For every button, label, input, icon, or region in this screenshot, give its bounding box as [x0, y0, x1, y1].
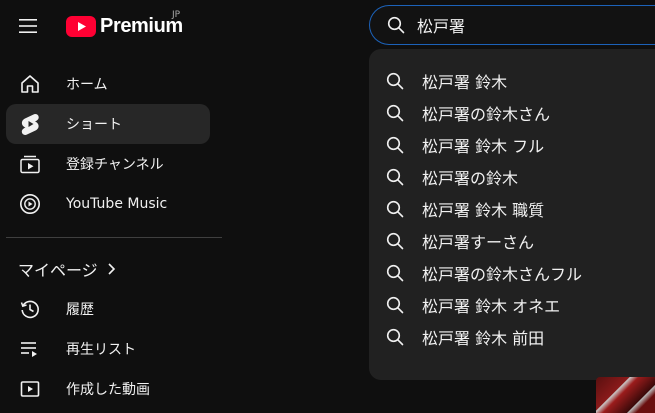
video-thumbnail[interactable]	[596, 377, 655, 413]
search-icon	[386, 264, 404, 282]
search-icon	[386, 200, 404, 218]
sidebar-item-label: 履歴	[66, 302, 94, 318]
search-icon	[386, 296, 404, 314]
sidebar-item-label: 再生リスト	[66, 342, 136, 358]
search-icon	[386, 232, 404, 250]
chevron-right-icon	[108, 263, 115, 275]
suggestion-text: 松戸署の鈴木	[422, 169, 519, 188]
search-icon	[386, 328, 404, 346]
youtube-page: Premium JP 松戸署 鈴木松戸署の鈴木さん松戸署 鈴木 フル松戸署の鈴木…	[0, 0, 655, 413]
search-suggestion[interactable]: 松戸署 鈴木 オネエ	[369, 289, 655, 321]
search-suggestion[interactable]: 松戸署の鈴木さん	[369, 97, 655, 129]
sidebar-divider	[6, 237, 222, 238]
search-icon	[387, 16, 405, 34]
sidebar-item-subscriptions[interactable]: 登録チャンネル	[6, 144, 210, 184]
suggestion-text: 松戸署 鈴木 前田	[422, 329, 545, 348]
search-suggestion[interactable]: 松戸署 鈴木 フル	[369, 129, 655, 161]
region-code: JP	[172, 10, 181, 20]
sidebar-item-playlists[interactable]: 再生リスト	[6, 329, 210, 369]
suggestion-text: 松戸署 鈴木 オネエ	[422, 297, 561, 316]
hamburger-menu-icon	[19, 19, 37, 33]
search-input[interactable]	[417, 15, 637, 35]
search-icon	[386, 168, 404, 186]
suggestion-text: 松戸署の鈴木さんフル	[422, 265, 583, 284]
search-suggestion[interactable]: 松戸署 鈴木 職質	[369, 193, 655, 225]
sidebar-section-you[interactable]: マイページ	[6, 249, 230, 289]
history-icon	[18, 297, 42, 321]
playlists-icon	[18, 337, 42, 361]
sidebar-item-label: ショート	[66, 117, 122, 133]
logo-wordmark: Premium	[100, 14, 183, 37]
search-icon	[386, 104, 404, 122]
sidebar-item-history[interactable]: 履歴	[6, 289, 210, 329]
search-icon	[386, 72, 404, 90]
suggestion-text: 松戸署 鈴木	[422, 73, 508, 92]
youtube-premium-logo[interactable]: Premium JP	[66, 10, 183, 42]
youtube-play-logo-icon	[66, 15, 96, 37]
suggestion-text: 松戸署 鈴木 職質	[422, 201, 545, 220]
search-box[interactable]	[369, 5, 655, 45]
sidebar-item-your-videos[interactable]: 作成した動画	[6, 369, 210, 409]
sidebar-item-label: YouTube Music	[66, 196, 168, 212]
guide-sidebar: ホーム ショート 登録チャンネル YouTube Music マイページ 履歴 …	[0, 64, 230, 409]
search-suggestions-dropdown: 松戸署 鈴木 松戸署の鈴木さん 松戸署 鈴木 フル 松戸署の鈴木 松戸署 鈴木 職質 松戸…	[369, 49, 655, 380]
suggestion-text: 松戸署すーさん	[422, 233, 535, 252]
search-suggestion[interactable]: 松戸署の鈴木	[369, 161, 655, 193]
sidebar-item-youtube-music[interactable]: YouTube Music	[6, 184, 210, 224]
sidebar-item-home[interactable]: ホーム	[6, 64, 210, 104]
search-suggestion[interactable]: 松戸署 鈴木 前田	[369, 321, 655, 353]
suggestion-text: 松戸署の鈴木さん	[422, 105, 551, 124]
sidebar-item-label: ホーム	[66, 77, 108, 93]
sidebar-item-shorts[interactable]: ショート	[6, 104, 210, 144]
search-icon	[386, 136, 404, 154]
suggestion-text: 松戸署 鈴木 フル	[422, 137, 545, 156]
sidebar-item-label: 作成した動画	[66, 382, 150, 398]
youtube-music-icon	[18, 192, 42, 216]
search-suggestion[interactable]: 松戸署すーさん	[369, 225, 655, 257]
section-heading: マイページ	[18, 261, 98, 280]
sidebar-item-label: 登録チャンネル	[66, 157, 164, 173]
guide-menu-button[interactable]	[8, 6, 48, 46]
home-icon	[18, 72, 42, 96]
subscriptions-icon	[18, 152, 42, 176]
search-suggestion[interactable]: 松戸署 鈴木	[369, 65, 655, 97]
search-suggestion[interactable]: 松戸署の鈴木さんフル	[369, 257, 655, 289]
shorts-icon	[18, 112, 42, 136]
your-videos-icon	[18, 377, 42, 401]
